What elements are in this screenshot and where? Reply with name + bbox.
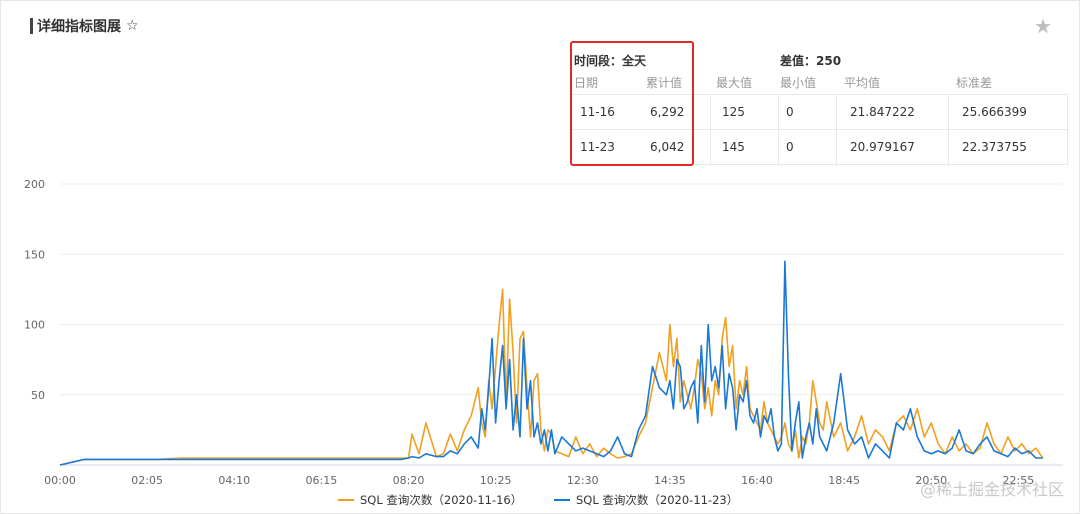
- x-tick-label: 04:10: [218, 474, 250, 487]
- x-tick-label: 10:25: [480, 474, 512, 487]
- legend-item[interactable]: SQL 查询次数（2020-11-16）: [360, 493, 522, 507]
- x-tick-label: 00:00: [44, 474, 76, 487]
- x-tick-label: 14:35: [654, 474, 686, 487]
- x-tick-label: 16:40: [741, 474, 773, 487]
- x-tick-label: 12:30: [567, 474, 599, 487]
- y-tick-label: 200: [24, 178, 45, 191]
- series-line: [59, 288, 1044, 466]
- legend-item[interactable]: SQL 查询次数（2020-11-23）: [576, 493, 738, 507]
- x-tick-label: 08:20: [393, 474, 425, 487]
- series-lines: [59, 260, 1044, 466]
- y-tick-label: 150: [24, 248, 45, 261]
- y-tick-label: 100: [24, 319, 45, 332]
- x-tick-label: 02:05: [131, 474, 163, 487]
- legend: SQL 查询次数（2020-11-16） SQL 查询次数（2020-11-23）: [338, 493, 738, 507]
- x-axis: 00:00 02:05 04:10 06:15 08:20 10:25 12:30 14:35…: [44, 474, 1034, 487]
- line-chart: 50 100 150 200 00:00 02:05 04:10 06:15 08:20 10:…: [24, 178, 1063, 507]
- series-line: [59, 260, 1043, 466]
- x-tick-label: 06:15: [306, 474, 338, 487]
- y-axis: 50 100 150 200: [24, 178, 45, 402]
- watermark: @稀土掘金技术社区: [919, 480, 1064, 499]
- x-tick-label: 18:45: [828, 474, 860, 487]
- y-tick-label: 50: [31, 389, 45, 402]
